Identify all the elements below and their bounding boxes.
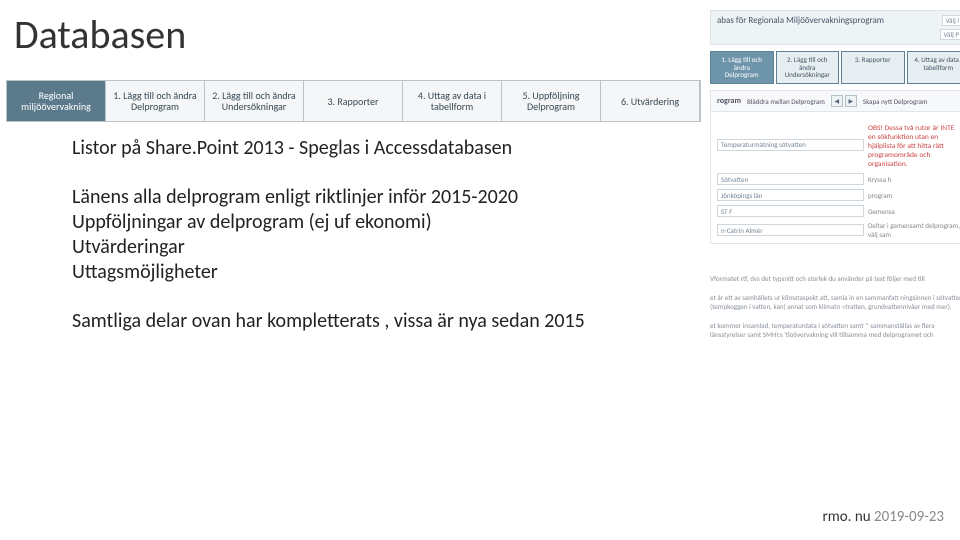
preview-side-2: program — [868, 191, 960, 200]
preview-section-header: rogram Bläddra mellan Delprogram ◀ ▶ Ska… — [710, 90, 960, 112]
preview-side-1: Kryssa h — [868, 175, 960, 184]
tab-4-uttag[interactable]: 4. Uttag av data itabellform — [403, 81, 502, 121]
preview-field-5[interactable]: n-Catrin Almér — [717, 224, 864, 236]
body-line-4: Utvärderingar — [72, 235, 632, 260]
preview-note-1: Vformatet rtf, dvs det typsnitt och stor… — [710, 274, 960, 283]
preview-ribbon: 1. Lägg till och ändraDelprogram 2. Lägg… — [710, 51, 960, 84]
preview-title-text: abas för Regionala Miljöövervakningsprog… — [717, 15, 884, 26]
preview-note-2: et är ett av samhällets ur klimataspekt … — [710, 293, 960, 311]
preview-note-3: et kommer insamlad, temperaturdata i söt… — [710, 321, 960, 339]
footer-site: rmo. nu — [823, 508, 871, 526]
prev-icon[interactable]: ◀ — [831, 95, 843, 107]
preview-tab-3[interactable]: 3. Rapporter — [841, 51, 905, 84]
tab-2-undersokningar[interactable]: 2. Lägg till och ändraUndersökningar — [205, 81, 304, 121]
slide-title: Databasen — [14, 10, 186, 59]
body-line-6: Samtliga delar ovan har kompletterats , … — [72, 309, 632, 334]
preview-browse-label: Bläddra mellan Delprogram — [747, 97, 825, 106]
app-tabs-strip: Regionalmiljöövervakning 1. Lägg till oc… — [6, 80, 701, 122]
preview-tab-1[interactable]: 1. Lägg till och ändraDelprogram — [710, 51, 774, 84]
preview-select-2[interactable]: Välj P — [940, 29, 960, 40]
preview-field-2[interactable]: Sötvatten — [717, 173, 864, 185]
footer-date: 2019-09-23 — [874, 508, 944, 526]
next-icon[interactable]: ▶ — [845, 95, 857, 107]
body-line-1: Listor på Share.Point 2013 - Speglas i A… — [72, 136, 632, 161]
preview-titlebar: abas för Regionala Miljöövervakningsprog… — [710, 10, 960, 45]
preview-create-label[interactable]: Skapa nytt Delprogram — [863, 97, 928, 106]
body-line-5: Uttagsmöjligheter — [72, 260, 632, 285]
preview-form: Temperaturmätning sötvatten OBS! Dessa t… — [710, 112, 960, 244]
tab-regional[interactable]: Regionalmiljöövervakning — [7, 81, 106, 121]
body-line-3: Uppföljningar av delprogram (ej uf ekono… — [72, 210, 632, 235]
slide-footer: rmo. nu 2019-09-23 — [823, 508, 944, 526]
preview-field-4[interactable]: ST F — [717, 205, 864, 217]
preview-side-4: Deltar i gemensamt delprogram, välj sam — [868, 221, 960, 239]
app-preview: abas för Regionala Miljöövervakningsprog… — [710, 10, 960, 340]
preview-select-1[interactable]: Välj l — [942, 15, 960, 26]
preview-pager: ◀ ▶ — [831, 95, 857, 107]
tab-6-utvardering[interactable]: 6. Utvärdering — [601, 81, 700, 121]
preview-tab-4[interactable]: 4. Uttag av data itabellform — [907, 51, 960, 84]
slide-body: Listor på Share.Point 2013 - Speglas i A… — [72, 136, 632, 334]
preview-field-1[interactable]: Temperaturmätning sötvatten — [717, 139, 864, 151]
preview-field-3[interactable]: Jönköpings län — [717, 189, 864, 201]
tab-1-delprogram[interactable]: 1. Lägg till och ändraDelprogram — [106, 81, 205, 121]
preview-tab-2[interactable]: 2. Lägg till och ändraUndersökningar — [776, 51, 840, 84]
preview-obs-note: OBS! Dessa två rutor är INTE en sökfunkt… — [868, 124, 960, 169]
body-line-2: Länens alla delprogram enligt riktlinjer… — [72, 185, 632, 210]
tab-5-uppfoljning[interactable]: 5. UppföljningDelprogram — [502, 81, 601, 121]
preview-section-title: rogram — [717, 96, 741, 106]
preview-side-3: Gemensa — [868, 207, 960, 216]
tab-3-rapporter[interactable]: 3. Rapporter — [304, 81, 403, 121]
